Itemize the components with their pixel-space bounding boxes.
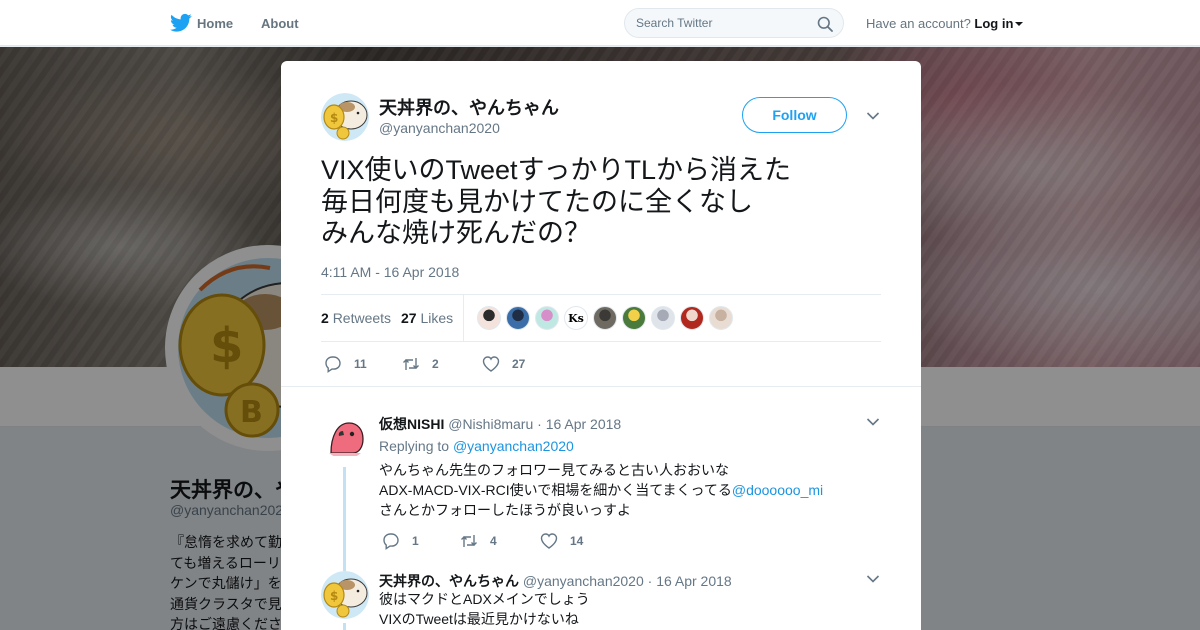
thread-connector: [343, 623, 346, 630]
liker-avatar[interactable]: [622, 306, 646, 330]
nav-home-link[interactable]: Home: [197, 16, 233, 31]
reply-count: 1: [412, 534, 419, 548]
chevron-down-icon[interactable]: [866, 574, 880, 584]
liker-avatar[interactable]: Ks: [564, 306, 588, 330]
svg-text:$: $: [330, 589, 338, 603]
heart-icon: [540, 533, 558, 549]
reply-author-name[interactable]: 天丼界の、やんちゃん: [379, 573, 519, 589]
replying-to: Replying to @yanyanchan2020: [379, 438, 574, 454]
retweet-icon: [403, 358, 419, 370]
parrot-avatar-image: [321, 411, 369, 459]
reply-date[interactable]: · 16 Apr 2018: [537, 416, 621, 432]
reply-text-line: さんとかフォローしたほうが良いっすよ: [379, 502, 631, 518]
reply-header: 天丼界の、やんちゃん @yanyanchan2020 · 16 Apr 2018: [379, 571, 732, 591]
author-avatar[interactable]: $: [321, 93, 369, 141]
reply-text-line: やんちゃん先生のフォロワー見てみると古い人おおいな: [379, 462, 729, 478]
follow-button[interactable]: Follow: [742, 97, 847, 133]
reply-text: やんちゃん先生のフォロワー見てみると古い人おおいな ADX-MACD-VIX-R…: [379, 460, 823, 520]
hamster-avatar-image: $: [321, 571, 369, 619]
replying-to-mention[interactable]: @yanyanchan2020: [453, 438, 574, 454]
reply-text-line: ADX-MACD-VIX-RCI使いで相場を細かく当てまくってる: [379, 482, 732, 498]
reply-avatar[interactable]: $: [321, 571, 369, 619]
liker-avatar[interactable]: [535, 306, 559, 330]
reply-author-handle[interactable]: @yanyanchan2020: [523, 573, 644, 589]
account-prompt: Have an account?: [866, 16, 971, 31]
hamster-avatar-image: $: [321, 93, 369, 141]
top-nav-bar: Home About Have an account? Log in: [0, 0, 1200, 46]
login-link[interactable]: Log in: [974, 16, 1013, 31]
tweet-modal: $ 天丼界の、やんちゃん @yanyanchan2020 Follow VIX使…: [281, 61, 921, 630]
retweets-stat[interactable]: 2 Retweets: [321, 310, 391, 326]
reply-text: 彼はマクドとADXメインでしょう VIXのTweetは最近見かけないね: [379, 589, 590, 629]
stats-divider: [463, 295, 464, 342]
reply-count: 11: [354, 357, 367, 371]
heart-icon: [482, 356, 500, 372]
reply-icon: [325, 356, 341, 373]
reply-author-handle[interactable]: @Nishi8maru: [448, 416, 533, 432]
liker-avatar[interactable]: [680, 306, 704, 330]
svg-text:$: $: [330, 111, 338, 125]
replies-divider: [281, 386, 921, 387]
liker-avatar[interactable]: [506, 306, 530, 330]
liker-avatar[interactable]: [477, 306, 501, 330]
search-icon[interactable]: [817, 16, 833, 32]
reply-header: 仮想NISHI @Nishi8maru · 16 Apr 2018: [379, 414, 621, 434]
reply-text-line: 彼はマクドとADXメインでしょう: [379, 591, 590, 607]
like-label: Likes: [420, 310, 454, 326]
reply-author-name[interactable]: 仮想NISHI: [379, 416, 444, 432]
liker-avatar[interactable]: [593, 306, 617, 330]
retweet-count: 2: [321, 310, 329, 326]
close-icon[interactable]: [1156, 14, 1178, 36]
liker-avatar[interactable]: [651, 306, 675, 330]
twitter-bird-icon[interactable]: [170, 13, 192, 33]
retweet-action-count: 4: [490, 534, 497, 548]
caret-down-icon: [1015, 22, 1024, 26]
like-count: 27: [401, 310, 417, 326]
account-menu[interactable]: Have an account? Log in: [866, 16, 1024, 31]
retweet-icon: [461, 535, 477, 547]
thread-connector: [343, 467, 346, 571]
chevron-down-icon[interactable]: [866, 111, 880, 121]
reply-text-line: VIXのTweetは最近見かけないね: [379, 611, 579, 627]
reply-avatar[interactable]: [321, 411, 369, 459]
tweet-timestamp[interactable]: 4:11 AM - 16 Apr 2018: [321, 264, 459, 280]
liker-avatar[interactable]: [709, 306, 733, 330]
tweet-stats: 2 Retweets 27 Likes Ks: [321, 294, 881, 342]
tweet-text: VIX使いのTweetすっかりTLから消えた 毎日何度も見かけてたのに全くなし …: [321, 155, 791, 248]
likes-stat[interactable]: 27 Likes: [401, 310, 453, 326]
reply-date[interactable]: · 16 Apr 2018: [648, 573, 732, 589]
retweet-action-count: 2: [432, 357, 439, 371]
chevron-down-icon[interactable]: [866, 417, 880, 427]
replying-to-prefix: Replying to: [379, 438, 450, 454]
author-handle[interactable]: @yanyanchan2020: [379, 120, 500, 136]
reply-icon: [383, 533, 399, 550]
retweet-label: Retweets: [332, 310, 392, 326]
nav-about-link[interactable]: About: [261, 16, 299, 31]
search-box: [624, 8, 844, 38]
search-input[interactable]: [636, 16, 806, 30]
author-name[interactable]: 天丼界の、やんちゃん: [379, 94, 559, 120]
like-action-count: 27: [512, 357, 526, 371]
like-action-count: 14: [570, 534, 584, 548]
mention-link[interactable]: @doooooo_mi: [732, 482, 823, 498]
